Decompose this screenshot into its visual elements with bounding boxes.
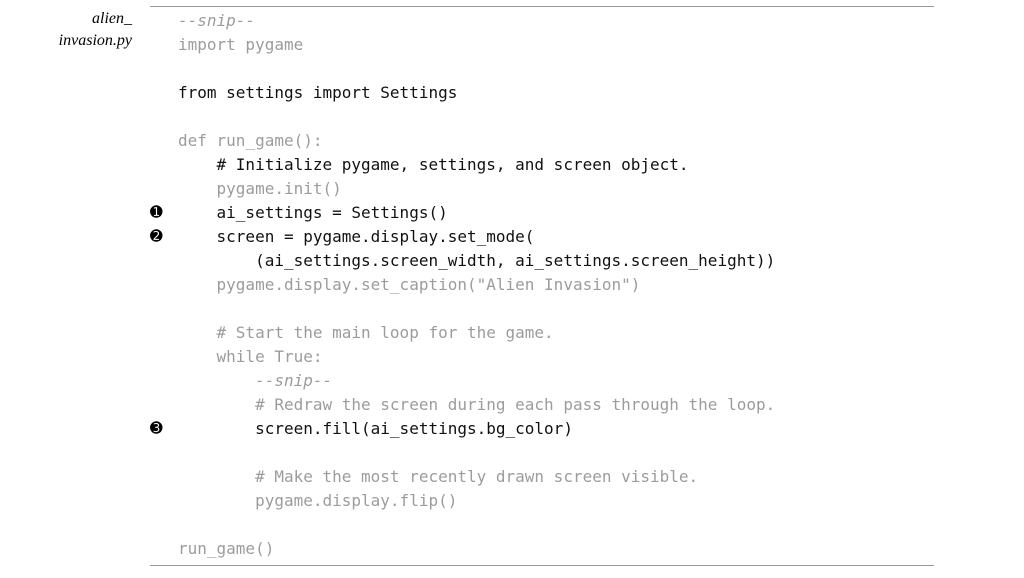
code-line: pygame.display.set_caption("Alien Invasi… — [150, 273, 934, 297]
code-line: # Initialize pygame, settings, and scree… — [150, 153, 934, 177]
code-line: --snip-- — [150, 369, 934, 393]
code-text: --snip-- — [178, 369, 934, 393]
code-column: --snip-- import pygame from settings impo… — [150, 6, 1024, 566]
callout-marker — [150, 249, 178, 273]
code-line: def run_game(): — [150, 129, 934, 153]
code-segment: screen.fill(ai_settings.bg_color) — [178, 419, 573, 438]
code-line — [150, 441, 934, 465]
code-line: pygame.init() — [150, 177, 934, 201]
callout-marker — [150, 81, 178, 105]
code-segment: import pygame — [178, 35, 303, 54]
code-text: --snip-- — [178, 9, 934, 33]
callout-marker — [150, 321, 178, 345]
callout-marker — [150, 9, 178, 33]
code-segment: def run_game(): — [178, 131, 323, 150]
code-line — [150, 105, 934, 129]
code-segment — [178, 515, 188, 534]
code-line: while True: — [150, 345, 934, 369]
callout-marker — [150, 513, 178, 537]
code-line: (ai_settings.screen_width, ai_settings.s… — [150, 249, 934, 273]
code-text: (ai_settings.screen_width, ai_settings.s… — [178, 249, 934, 273]
callout-marker — [150, 297, 178, 321]
callout-marker — [150, 537, 178, 561]
code-segment — [178, 299, 188, 318]
code-line: # Redraw the screen during each pass thr… — [150, 393, 934, 417]
callout-marker: ➋ — [150, 225, 178, 249]
code-line — [150, 513, 934, 537]
callout-marker — [150, 441, 178, 465]
code-line: ➊ ai_settings = Settings() — [150, 201, 934, 225]
code-line: --snip-- — [150, 9, 934, 33]
callout-marker — [150, 57, 178, 81]
code-text: # Initialize pygame, settings, and scree… — [178, 153, 934, 177]
callout-marker — [150, 153, 178, 177]
code-text: ai_settings = Settings() — [178, 201, 934, 225]
code-segment — [178, 107, 188, 126]
code-text: screen = pygame.display.set_mode( — [178, 225, 934, 249]
callout-marker — [150, 177, 178, 201]
filename-label: alien_ invasion.py — [0, 6, 150, 566]
code-segment — [178, 59, 188, 78]
code-text: def run_game(): — [178, 129, 934, 153]
callout-marker: ➊ — [150, 201, 178, 225]
callout-marker — [150, 129, 178, 153]
code-text: from settings import Settings — [178, 81, 934, 105]
code-text: run_game() — [178, 537, 934, 561]
code-block: --snip-- import pygame from settings impo… — [150, 6, 934, 566]
code-segment: --snip-- — [255, 371, 332, 390]
code-line: run_game() — [150, 537, 934, 561]
code-listing-page: alien_ invasion.py --snip-- import pygame… — [0, 0, 1024, 566]
code-segment: pygame.display.flip() — [178, 491, 457, 510]
callout-marker — [150, 33, 178, 57]
code-line: # Start the main loop for the game. — [150, 321, 934, 345]
code-segment: --snip-- — [178, 11, 255, 30]
code-text: # Make the most recently drawn screen vi… — [178, 465, 934, 489]
code-segment: # Redraw the screen during each pass thr… — [178, 395, 775, 414]
code-text — [178, 513, 934, 537]
callout-marker — [150, 393, 178, 417]
code-segment: pygame.display.set_caption("Alien Invasi… — [178, 275, 640, 294]
code-segment: # Initialize pygame, settings, and scree… — [178, 155, 689, 174]
code-segment: pygame.init() — [178, 179, 342, 198]
filename-line1: alien_ — [0, 8, 132, 30]
code-text: pygame.display.flip() — [178, 489, 934, 513]
callout-marker: ➌ — [150, 417, 178, 441]
code-text: pygame.display.set_caption("Alien Invasi… — [178, 273, 934, 297]
code-segment: run_game() — [178, 539, 274, 558]
code-text: screen.fill(ai_settings.bg_color) — [178, 417, 934, 441]
code-text — [178, 297, 934, 321]
code-text: while True: — [178, 345, 934, 369]
code-text — [178, 57, 934, 81]
code-line: ➋ screen = pygame.display.set_mode( — [150, 225, 934, 249]
code-segment — [178, 371, 255, 390]
code-text — [178, 441, 934, 465]
code-line — [150, 297, 934, 321]
callout-marker — [150, 489, 178, 513]
callout-marker — [150, 465, 178, 489]
code-segment: (ai_settings.screen_width, ai_settings.s… — [178, 251, 775, 270]
code-segment: ai_settings = Settings() — [178, 203, 448, 222]
code-text — [178, 105, 934, 129]
code-segment: while True: — [178, 347, 323, 366]
code-line — [150, 57, 934, 81]
code-line: # Make the most recently drawn screen vi… — [150, 465, 934, 489]
code-line: pygame.display.flip() — [150, 489, 934, 513]
code-line: ➌ screen.fill(ai_settings.bg_color) — [150, 417, 934, 441]
callout-marker — [150, 105, 178, 129]
code-text: # Redraw the screen during each pass thr… — [178, 393, 934, 417]
code-segment: # Make the most recently drawn screen vi… — [178, 467, 698, 486]
filename-line2: invasion.py — [0, 30, 132, 52]
callout-marker — [150, 345, 178, 369]
code-text: import pygame — [178, 33, 934, 57]
code-segment: # Start the main loop for the game. — [178, 323, 554, 342]
code-text: pygame.init() — [178, 177, 934, 201]
code-segment — [178, 443, 188, 462]
code-segment: from settings import Settings — [178, 83, 457, 102]
code-text: # Start the main loop for the game. — [178, 321, 934, 345]
callout-marker — [150, 273, 178, 297]
code-line: import pygame — [150, 33, 934, 57]
callout-marker — [150, 369, 178, 393]
code-line: from settings import Settings — [150, 81, 934, 105]
code-segment: screen = pygame.display.set_mode( — [178, 227, 534, 246]
